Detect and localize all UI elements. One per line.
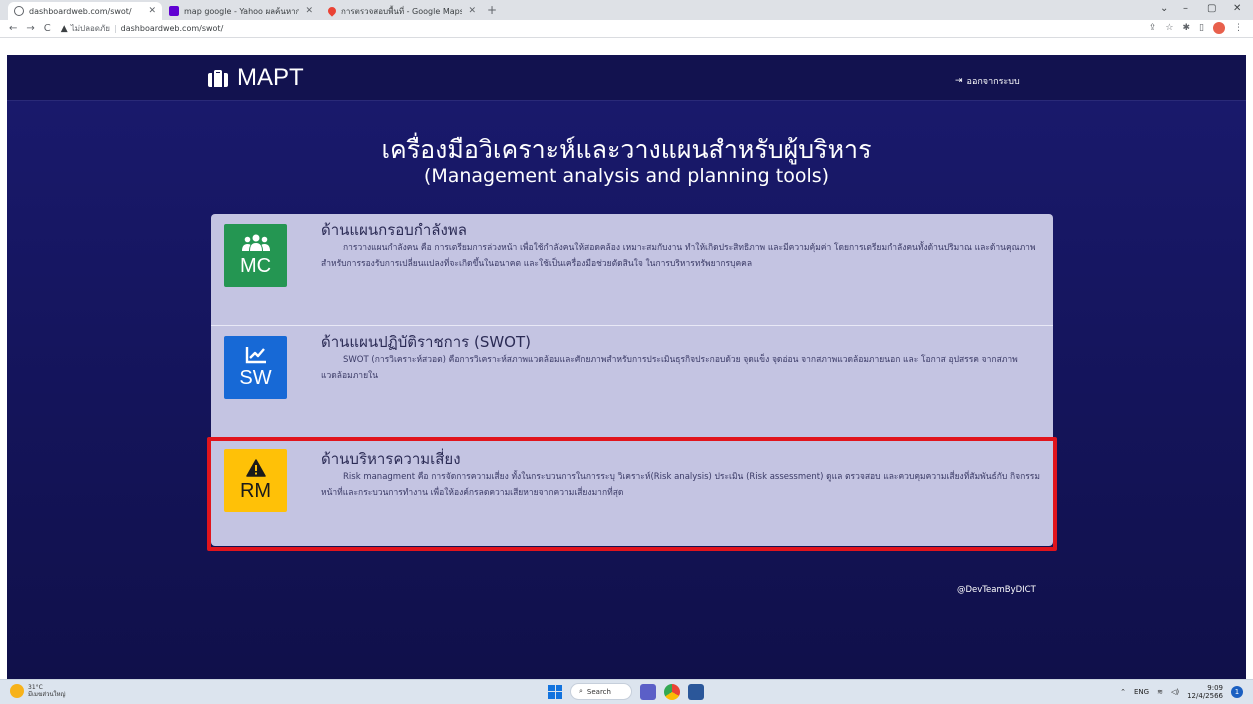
browser-tab-yahoo[interactable]: map google - Yahoo ผลค้นหาการค้นหา ✕ <box>163 2 319 20</box>
taskbar-search[interactable]: ⌕ Search <box>570 683 632 700</box>
yahoo-icon <box>169 6 179 16</box>
volume-icon[interactable]: ◁) <box>1171 688 1179 696</box>
reload-button[interactable]: C <box>44 23 51 34</box>
chevron-up-icon[interactable]: ⌃ <box>1120 688 1126 696</box>
logout-label: ออกจากระบบ <box>966 77 1020 87</box>
windows-start-icon[interactable] <box>548 684 562 699</box>
tab-title: dashboardweb.com/swot/ <box>29 6 132 16</box>
taskbar-apps: ⌕ Search <box>548 683 704 700</box>
share-icon[interactable]: ⇪ <box>1149 23 1157 33</box>
profile-avatar[interactable] <box>1213 22 1225 34</box>
sun-cloud-icon <box>10 684 24 698</box>
language-indicator[interactable]: ENG <box>1134 688 1149 696</box>
notification-badge[interactable]: 1 <box>1231 686 1243 698</box>
footer-credit: @DevTeamByDICT <box>957 585 1036 595</box>
weather-widget[interactable]: 31°C มีเมฆส่วนใหญ่ <box>10 684 66 698</box>
back-button[interactable]: ← <box>9 23 17 34</box>
users-icon <box>241 234 270 251</box>
tab-title: map google - Yahoo ผลค้นหาการค้นหา <box>184 6 300 16</box>
word-icon[interactable] <box>688 683 704 700</box>
sw-title[interactable]: ด้านแผนปฏิบัติราชการ (SWOT) <box>321 330 531 354</box>
weather-desc: มีเมฆส่วนใหญ่ <box>28 691 66 698</box>
sign-out-icon: ⇥ <box>955 76 963 86</box>
tool-card-sw[interactable]: SW ด้านแผนปฏิบัติราชการ (SWOT) SWOT (การ… <box>211 326 1053 438</box>
search-label: Search <box>586 687 611 696</box>
highlight-box <box>207 437 1057 551</box>
mc-abbr: MC <box>239 254 272 277</box>
close-window-button[interactable]: ✕ <box>1233 3 1241 14</box>
security-label[interactable]: ไม่ปลอดภัย <box>71 22 110 35</box>
sw-description: SWOT (การวิเคราะห์สวอต) คือการวิเคราะห์ส… <box>321 355 1018 381</box>
globe-icon <box>14 6 24 16</box>
wifi-icon[interactable]: ≋ <box>1157 688 1163 696</box>
minimize-button[interactable]: – <box>1183 3 1188 14</box>
chart-line-icon <box>245 346 266 363</box>
search-icon: ⌕ <box>579 687 583 695</box>
sw-tile[interactable]: SW <box>224 336 287 399</box>
mc-tile[interactable]: MC <box>224 224 287 287</box>
close-tab-icon[interactable]: ✕ <box>305 6 313 16</box>
os-taskbar: 31°C มีเมฆส่วนใหญ่ ⌕ Search ⌃ ENG ≋ ◁) 9… <box>0 679 1253 704</box>
mc-title[interactable]: ด้านแผนกรอบกำลังพล <box>321 218 467 242</box>
logout-link[interactable]: ⇥ ออกจากระบบ <box>955 74 1020 88</box>
browser-tab-strip: dashboardweb.com/swot/ ✕ map google - Ya… <box>0 0 1253 20</box>
bookmark-star-icon[interactable]: ☆ <box>1165 23 1173 33</box>
weather-temp: 31°C <box>28 684 43 691</box>
address-separator: | <box>113 24 117 33</box>
tab-title: การตรวจสอบพื้นที่ - Google Maps <box>341 6 463 16</box>
close-tab-icon[interactable]: ✕ <box>468 6 476 16</box>
new-tab-button[interactable]: + <box>487 3 497 17</box>
toolbar-actions: ⇪ ☆ ✱ ▯ ⋮ <box>1149 22 1243 34</box>
page-subtitle: (Management analysis and planning tools) <box>423 165 830 187</box>
briefcase-icon <box>208 69 228 87</box>
tab-search-button[interactable]: ⌄ <box>1160 3 1168 14</box>
browser-tab-swot[interactable]: dashboardweb.com/swot/ ✕ <box>8 2 162 20</box>
close-tab-icon[interactable]: ✕ <box>148 6 156 16</box>
page-title: เครื่องมือวิเคราะห์และวางแผนสำหรับผู้บริ… <box>381 135 872 164</box>
forward-button[interactable]: → <box>26 23 34 34</box>
chrome-icon[interactable] <box>664 683 680 700</box>
side-panel-icon[interactable]: ▯ <box>1199 23 1204 33</box>
menu-icon[interactable]: ⋮ <box>1234 23 1243 33</box>
page-viewport: MAPT ⇥ ออกจากระบบ เครื่องมือวิเคราะห์และ… <box>7 55 1246 679</box>
clock[interactable]: 9:09 12/4/2566 <box>1187 684 1223 700</box>
url-text[interactable]: dashboardweb.com/swot/ <box>121 24 224 33</box>
system-tray: ⌃ ENG ≋ ◁) 9:09 12/4/2566 1 <box>1120 684 1243 700</box>
map-pin-icon <box>326 5 338 17</box>
warning-triangle-icon[interactable]: ▲ <box>61 24 68 34</box>
browser-toolbar: ← → C ▲ ไม่ปลอดภัย | dashboardweb.com/sw… <box>0 20 1253 38</box>
brand-name: MAPT <box>237 64 304 91</box>
navbar: MAPT ⇥ ออกจากระบบ <box>7 55 1246 101</box>
maximize-button[interactable]: ▢ <box>1207 3 1216 14</box>
browser-tab-maps[interactable]: การตรวจสอบพื้นที่ - Google Maps ✕ <box>322 2 482 20</box>
mc-description: การวางแผนกำลังคน คือ การเตรียมการล่วงหน้… <box>321 243 1036 269</box>
brand[interactable]: MAPT <box>208 64 304 92</box>
weather-text: 31°C มีเมฆส่วนใหญ่ <box>28 684 66 698</box>
clock-time: 9:09 <box>1207 684 1223 692</box>
address-bar[interactable]: ▲ ไม่ปลอดภัย | dashboardweb.com/swot/ <box>61 22 224 35</box>
sw-abbr: SW <box>239 366 272 389</box>
extensions-icon[interactable]: ✱ <box>1183 23 1191 33</box>
tool-card-mc[interactable]: MC ด้านแผนกรอบกำลังพล การวางแผนกำลังคน ค… <box>211 214 1053 325</box>
teams-icon[interactable] <box>640 683 656 700</box>
clock-date: 12/4/2566 <box>1187 692 1223 700</box>
